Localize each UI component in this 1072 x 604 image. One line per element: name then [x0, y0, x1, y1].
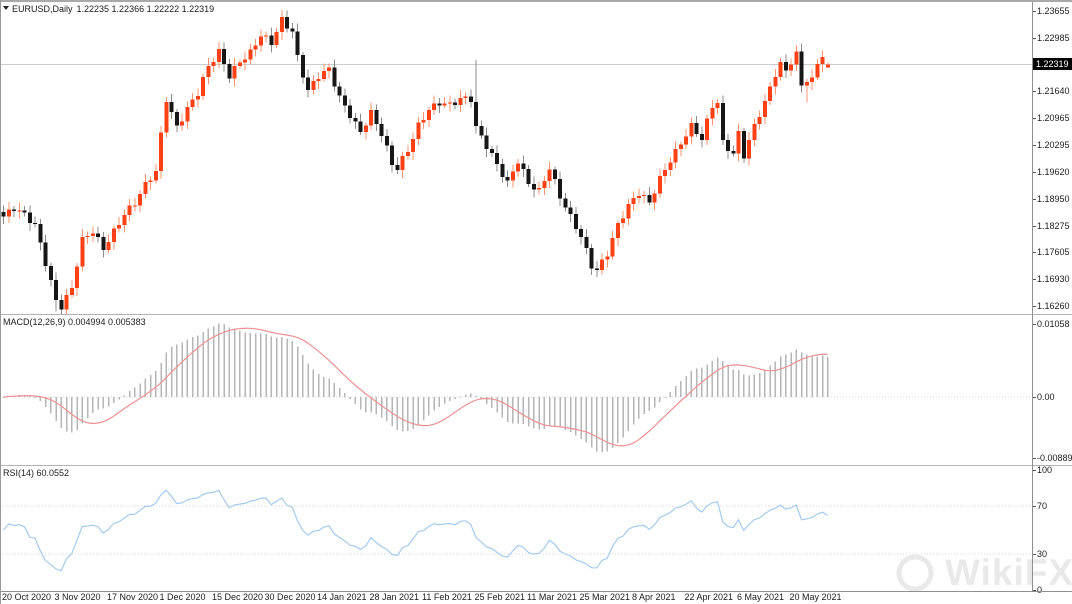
macd-panel-canvas[interactable] [0, 315, 1032, 465]
time-axis-label: 28 Jan 2021 [370, 592, 420, 602]
axis-tick [1033, 470, 1036, 471]
axis-tick [1033, 172, 1036, 173]
time-axis-label: 20 May 2021 [790, 592, 842, 602]
time-axis-label: 25 Mar 2021 [580, 592, 631, 602]
time-axis-label: 6 May 2021 [737, 592, 784, 602]
axis-tick [1033, 458, 1036, 459]
time-axis-label: 15 Dec 2020 [212, 592, 263, 602]
axis-label: 1.20965 [1037, 113, 1070, 123]
axis-label: 1.22985 [1037, 33, 1070, 43]
time-axis-label: 8 Apr 2021 [632, 592, 676, 602]
time-axis-label: 11 Mar 2021 [527, 592, 577, 602]
time-axis-label: 25 Feb 2021 [475, 592, 526, 602]
axis-label: 1.18950 [1037, 194, 1070, 204]
axis-label: 1.19620 [1037, 167, 1070, 177]
chart-title-ohlc: 1.22235 1.22366 1.22222 1.22319 [77, 4, 215, 14]
panel-separator-rsi[interactable] [0, 465, 1072, 466]
axis-tick [1033, 38, 1036, 39]
axis-tick [1033, 145, 1036, 146]
axis-label: 1.16260 [1037, 301, 1070, 311]
axis-tick [1033, 397, 1036, 398]
axis-label: 1.21640 [1037, 86, 1070, 96]
axis-tick [1033, 279, 1036, 280]
axis-label: 1.23655 [1037, 6, 1070, 16]
macd-indicator-label: MACD(12,26,9) 0.004994 0.005383 [3, 317, 146, 327]
axis-label: 30 [1037, 549, 1047, 559]
axis-tick [1033, 226, 1036, 227]
axis-tick [1033, 324, 1036, 325]
axis-label: 1.17605 [1037, 247, 1070, 257]
axis-tick [1033, 554, 1036, 555]
axis-label: 1.16930 [1037, 274, 1070, 284]
panel-separator-macd[interactable] [0, 314, 1072, 315]
price-scale[interactable]: 1.22319 1.23655 1.22985 1.21640 1.20965 1.20… [1032, 2, 1072, 591]
symbol-dropdown-icon[interactable] [3, 6, 9, 10]
time-axis-label: 11 Feb 2021 [422, 592, 472, 602]
axis-tick [1033, 199, 1036, 200]
window-left-border [0, 0, 1, 604]
axis-label: 100 [1037, 465, 1052, 475]
time-axis-label: 17 Nov 2020 [107, 592, 158, 602]
rsi-panel-canvas[interactable] [0, 466, 1032, 591]
axis-label: 70 [1037, 501, 1047, 511]
chart-title-symbol: EURUSD,Daily [12, 4, 73, 14]
candlestick-chart-canvas[interactable] [0, 2, 1032, 314]
time-scale[interactable]: 20 Oct 2020 3 Nov 2020 17 Nov 20201 Dec 20… [0, 592, 1072, 604]
rsi-indicator-label: RSI(14) 60.0552 [3, 468, 69, 478]
chart-title: EURUSD,Daily 1.22235 1.22366 1.22222 1.22… [12, 4, 214, 14]
time-axis-label: 14 Jan 2021 [317, 592, 367, 602]
time-axis-label: 22 Apr 2021 [685, 592, 734, 602]
axis-tick [1033, 252, 1036, 253]
axis-tick [1033, 506, 1036, 507]
axis-label: 1.20295 [1037, 140, 1070, 150]
axis-tick [1033, 306, 1036, 307]
axis-tick [1033, 118, 1036, 119]
time-axis-label: 3 Nov 2020 [55, 592, 101, 602]
time-axis-label: 30 Dec 2020 [265, 592, 316, 602]
current-price-tag: 1.22319 [1033, 58, 1072, 70]
time-axis-label: 1 Dec 2020 [160, 592, 206, 602]
axis-label: 0.01058 [1037, 319, 1070, 329]
axis-tick [1033, 11, 1036, 12]
axis-label: 0.00 [1037, 392, 1055, 402]
axis-label: -0.008894 [1037, 453, 1072, 463]
axis-tick [1033, 91, 1036, 92]
window-top-border [0, 0, 1072, 2]
trading-chart-window: EURUSD,Daily 1.22235 1.22366 1.22222 1.22… [0, 0, 1072, 604]
time-axis-label: 20 Oct 2020 [2, 592, 51, 602]
axis-label: 1.18275 [1037, 221, 1070, 231]
